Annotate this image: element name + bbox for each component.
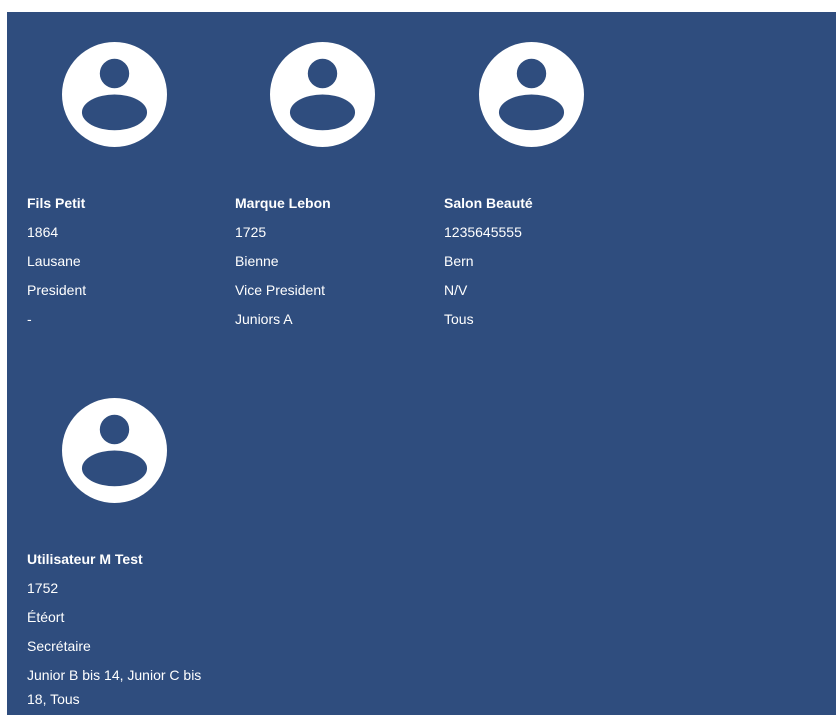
member-teams: -	[27, 311, 32, 327]
member-city: Étéort	[27, 609, 65, 625]
member-teams: Junior B bis 14, Junior C bis 18, Tous	[27, 667, 202, 707]
member-teams: Tous	[444, 311, 474, 327]
member-city: Bienne	[235, 253, 279, 269]
member-number: 1864	[27, 224, 59, 240]
member-teams: Juniors A	[235, 311, 293, 327]
members-panel: Fils Petit 1864 Lausane President - Marq…	[7, 12, 836, 715]
member-number: 1752	[27, 580, 59, 596]
account-circle-icon	[270, 42, 375, 147]
member-number: 1235645555	[444, 224, 522, 240]
account-circle-icon	[62, 42, 167, 147]
member-name: Marque Lebon	[235, 195, 331, 211]
member-city: Lausane	[27, 253, 81, 269]
member-name: Salon Beauté	[444, 195, 533, 211]
member-role: Secrétaire	[27, 638, 91, 654]
member-number: 1725	[235, 224, 267, 240]
member-name: Utilisateur M Test	[27, 551, 143, 567]
member-city: Bern	[444, 253, 474, 269]
member-role: N/V	[444, 282, 468, 298]
member-role: President	[27, 282, 87, 298]
member-role: Vice President	[235, 282, 326, 298]
account-circle-icon	[479, 42, 584, 147]
member-name: Fils Petit	[27, 195, 86, 211]
account-circle-icon	[62, 398, 167, 503]
